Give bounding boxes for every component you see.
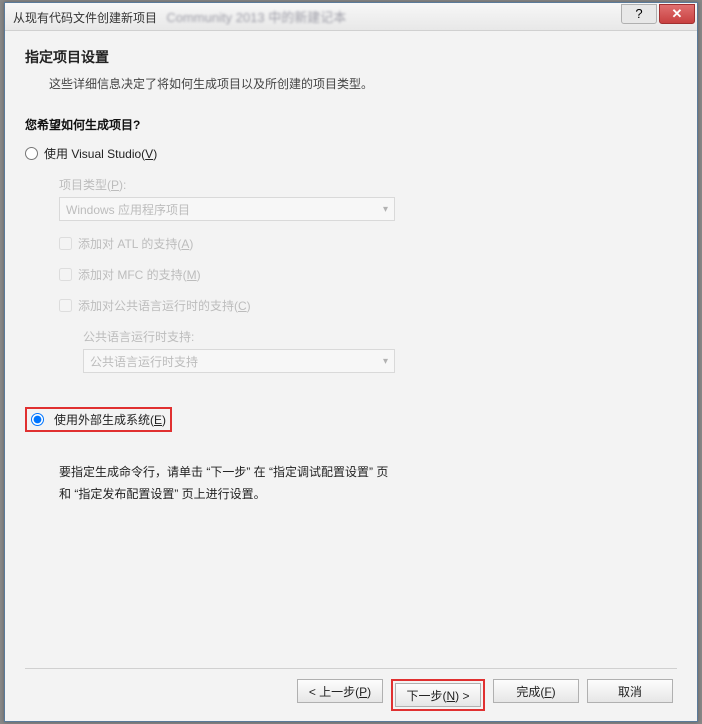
clr-sub-value: 公共语言运行时支持 bbox=[90, 353, 198, 370]
radio-vs-label: 使用 Visual Studio(V) bbox=[44, 145, 157, 162]
page-title: 指定项目设置 bbox=[25, 47, 677, 67]
checkbox-mfc-label: 添加对 MFC 的支持(M) bbox=[78, 266, 201, 283]
content-area: 指定项目设置 这些详细信息决定了将如何生成项目以及所创建的项目类型。 您希望如何… bbox=[5, 31, 697, 721]
checkbox-atl-input bbox=[59, 237, 72, 250]
radio-external-label: 使用外部生成系统(E) bbox=[54, 411, 166, 428]
titlebar: 从现有代码文件创建新项目 Community 2013 中的新建记本 ? ✕ bbox=[5, 3, 697, 31]
project-type-value: Windows 应用程序项目 bbox=[66, 201, 190, 218]
checkbox-clr-label: 添加对公共语言运行时的支持(C) bbox=[78, 297, 251, 314]
checkbox-atl: 添加对 ATL 的支持(A) bbox=[59, 235, 677, 252]
chevron-down-icon: ▾ bbox=[383, 356, 388, 367]
radio-vs-input[interactable] bbox=[25, 147, 38, 160]
clr-sub-select: 公共语言运行时支持 ▾ bbox=[83, 349, 395, 373]
checkbox-mfc: 添加对 MFC 的支持(M) bbox=[59, 266, 677, 283]
next-button[interactable]: 下一步(N) > bbox=[395, 683, 481, 707]
question-label: 您希望如何生成项目? bbox=[25, 116, 677, 133]
dialog-window: 从现有代码文件创建新项目 Community 2013 中的新建记本 ? ✕ 指… bbox=[4, 2, 698, 722]
close-button[interactable]: ✕ bbox=[659, 4, 695, 24]
highlight-box-radio: 使用外部生成系统(E) bbox=[25, 407, 172, 432]
highlight-box-next: 下一步(N) > bbox=[391, 679, 485, 711]
cancel-button[interactable]: 取消 bbox=[587, 679, 673, 703]
page-subtitle: 这些详细信息决定了将如何生成项目以及所创建的项目类型。 bbox=[49, 75, 677, 92]
titlebar-title: 从现有代码文件创建新项目 Community 2013 中的新建记本 bbox=[13, 7, 621, 26]
prev-button[interactable]: < 上一步(P) bbox=[297, 679, 383, 703]
clr-sub-label: 公共语言运行时支持: bbox=[83, 328, 677, 345]
checkbox-mfc-input bbox=[59, 268, 72, 281]
finish-button[interactable]: 完成(F) bbox=[493, 679, 579, 703]
clr-sub-block: 公共语言运行时支持: 公共语言运行时支持 ▾ bbox=[83, 328, 677, 373]
project-type-select: Windows 应用程序项目 ▾ bbox=[59, 197, 395, 221]
chevron-down-icon: ▾ bbox=[383, 204, 388, 215]
vs-options-block: 项目类型(P): Windows 应用程序项目 ▾ 添加对 ATL 的支持(A)… bbox=[59, 176, 677, 387]
radio-use-visual-studio[interactable]: 使用 Visual Studio(V) bbox=[25, 145, 677, 162]
checkbox-clr-input bbox=[59, 299, 72, 312]
checkbox-clr: 添加对公共语言运行时的支持(C) bbox=[59, 297, 677, 314]
external-description: 要指定生成命令行，请单击 “下一步” 在 “指定调试配置设置” 页和 “指定发布… bbox=[59, 462, 399, 505]
radio-external-input[interactable] bbox=[31, 413, 44, 426]
checkbox-atl-label: 添加对 ATL 的支持(A) bbox=[78, 235, 193, 252]
footer-buttons: < 上一步(P) 下一步(N) > 完成(F) 取消 bbox=[25, 668, 677, 711]
radio-external-row: 使用外部生成系统(E) bbox=[25, 407, 677, 432]
help-button[interactable]: ? bbox=[621, 4, 657, 24]
close-icon: ✕ bbox=[672, 6, 683, 22]
project-type-label: 项目类型(P): bbox=[59, 176, 677, 193]
